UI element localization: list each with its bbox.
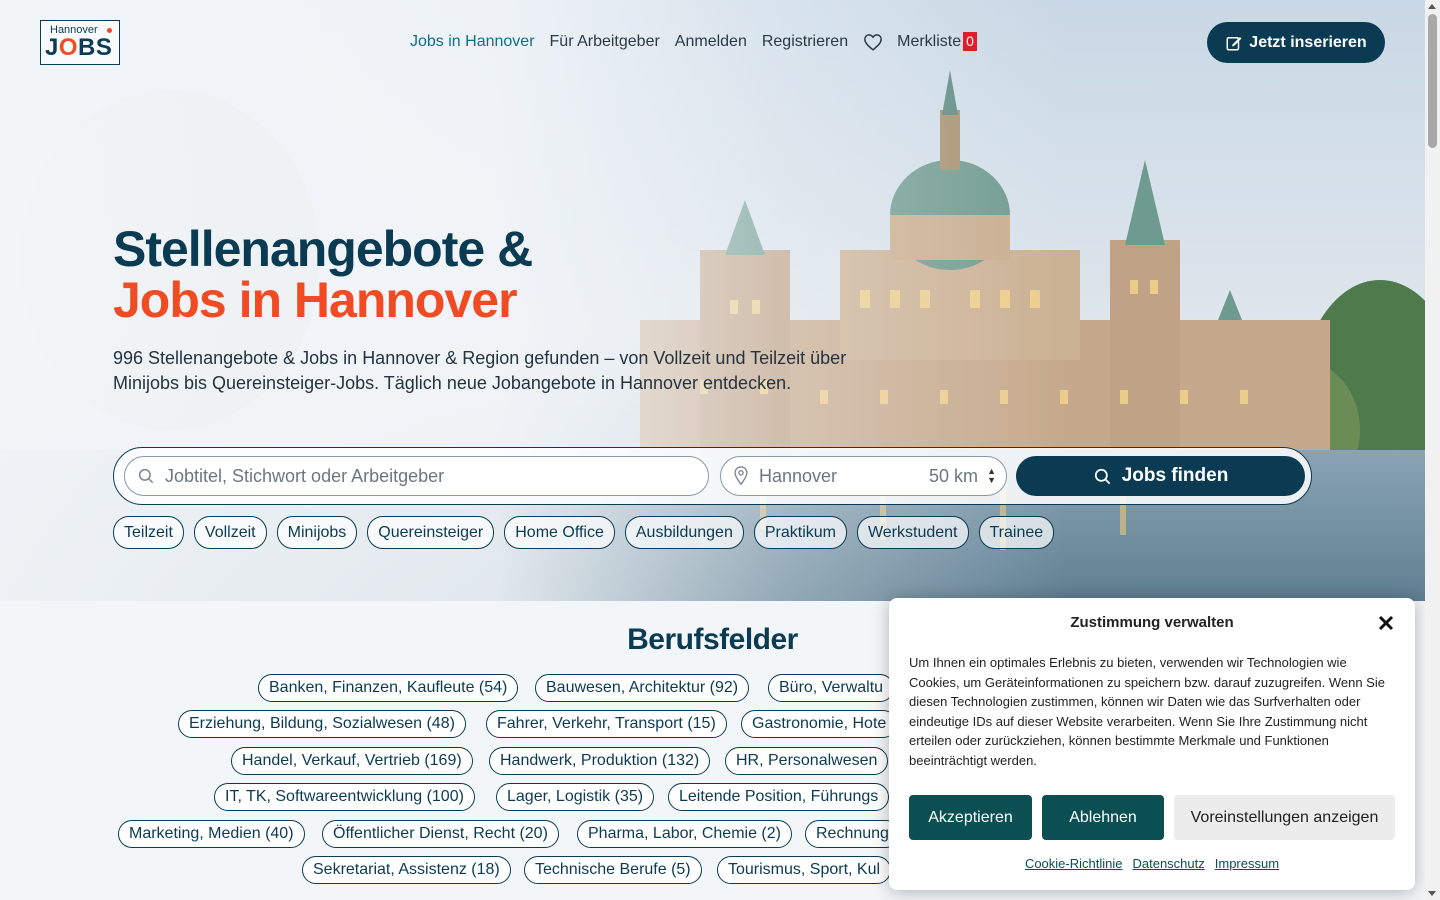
consent-links: Cookie-Richtlinie Datenschutz Impressum: [889, 856, 1415, 871]
merkliste-count-badge: 0: [963, 32, 977, 51]
post-job-label: Jetzt inserieren: [1249, 33, 1367, 51]
radius-stepper-icon[interactable]: ▲ ▼: [987, 467, 996, 485]
site-logo[interactable]: Hannover JOBS: [40, 20, 120, 65]
category-chip[interactable]: Erziehung, Bildung, Sozialwesen (48): [178, 710, 466, 738]
cookie-policy-link[interactable]: Cookie-Richtlinie: [1025, 856, 1123, 871]
category-chip[interactable]: Marketing, Medien (40): [118, 820, 305, 848]
category-chip[interactable]: Handwerk, Produktion (132): [489, 747, 711, 775]
category-chip[interactable]: Sekretariat, Assistenz (18): [302, 856, 511, 884]
imprint-link[interactable]: Impressum: [1215, 856, 1279, 871]
category-chip[interactable]: Banken, Finanzen, Kaufleute (54): [258, 674, 519, 702]
nav-jobs-in-hannover[interactable]: Jobs in Hannover: [410, 33, 535, 51]
category-chip[interactable]: Leitende Position, Führungs: [668, 783, 890, 811]
category-chip[interactable]: Pharma, Labor, Chemie (2): [577, 820, 792, 848]
page-title-line2: Jobs in Hannover: [113, 272, 518, 328]
category-chip[interactable]: Technische Berufe (5): [524, 856, 702, 884]
edit-icon: [1226, 36, 1242, 50]
category-chip[interactable]: Büro, Verwaltu: [768, 674, 895, 702]
nav-merkliste[interactable]: Merkliste 0: [897, 32, 977, 51]
keyword-search-placeholder: Jobtitel, Stichwort oder Arbeitgeber: [165, 465, 445, 486]
close-icon[interactable]: [1377, 614, 1395, 632]
keyword-search-input[interactable]: Jobtitel, Stichwort oder Arbeitgeber: [124, 456, 709, 496]
location-pin-icon: [734, 466, 748, 486]
category-chip[interactable]: IT, TK, Softwareentwicklung (100): [214, 783, 475, 811]
scroll-down-arrow-icon[interactable]: [1428, 891, 1436, 896]
location-placeholder: Hannover: [759, 465, 838, 486]
search-icon: [1094, 468, 1110, 484]
job-search-bar: Jobtitel, Stichwort oder Arbeitgeber Han…: [113, 447, 1312, 505]
merkliste-label: Merkliste: [897, 33, 962, 50]
filter-chip-ausbildungen[interactable]: Ausbildungen: [624, 516, 744, 549]
search-icon: [138, 468, 154, 484]
decline-button[interactable]: Ablehnen: [1042, 795, 1164, 840]
consent-text: Um Ihnen ein optimales Erlebnis zu biete…: [909, 655, 1385, 768]
category-chip[interactable]: Handel, Verkauf, Vertrieb (169): [231, 747, 473, 775]
scroll-up-arrow-icon[interactable]: [1428, 4, 1436, 9]
filter-chip-minijobs[interactable]: Minijobs: [276, 516, 358, 549]
cookie-consent-dialog: Zustimmung verwalten Um Ihnen ein optima…: [889, 598, 1415, 890]
filter-chip-praktikum[interactable]: Praktikum: [753, 516, 847, 549]
find-jobs-button[interactable]: Jobs finden: [1016, 456, 1305, 496]
accept-button[interactable]: Akzeptieren: [909, 795, 1032, 840]
page-title: Stellenangebote & Jobs in Hannover: [113, 221, 533, 328]
category-chip[interactable]: Tourismus, Sport, Kul: [717, 856, 892, 884]
category-chip[interactable]: Gastronomie, Hote: [741, 710, 898, 738]
main-navigation: Jobs in Hannover Für Arbeitgeber Anmelde…: [410, 32, 992, 51]
radius-value: 50 km: [928, 465, 978, 486]
view-preferences-button[interactable]: Voreinstellungen anzeigen: [1174, 795, 1395, 840]
scrollbar-thumb[interactable]: [1428, 14, 1437, 148]
logo-dot: [107, 28, 112, 33]
category-chip[interactable]: Bauwesen, Architektur (92): [535, 674, 750, 702]
page-title-line1: Stellenangebote &: [113, 221, 533, 277]
nav-fuer-arbeitgeber[interactable]: Für Arbeitgeber: [550, 33, 660, 51]
consent-title: Zustimmung verwalten: [1070, 614, 1234, 631]
job-type-filters: Teilzeit Vollzeit Minijobs Quereinsteige…: [113, 516, 1055, 549]
nav-anmelden[interactable]: Anmelden: [675, 33, 747, 51]
nav-registrieren[interactable]: Registrieren: [762, 33, 848, 51]
category-chip[interactable]: Rechnung: [805, 820, 900, 848]
page-scrollbar[interactable]: [1425, 0, 1440, 900]
filter-chip-trainee[interactable]: Trainee: [978, 516, 1055, 549]
location-input[interactable]: Hannover 50 km ▲ ▼: [720, 456, 1007, 496]
category-chip[interactable]: HR, Personalwesen: [725, 747, 889, 775]
heart-icon[interactable]: [863, 33, 883, 51]
intro-text: 996 Stellenangebote & Jobs in Hannover &…: [113, 348, 847, 393]
post-job-button[interactable]: Jetzt inserieren: [1207, 22, 1385, 63]
filter-chip-home-office[interactable]: Home Office: [504, 516, 615, 549]
category-chip[interactable]: Öffentlicher Dienst, Recht (20): [322, 820, 559, 848]
category-chip[interactable]: Lager, Logistik (35): [496, 783, 655, 811]
logo-jobs-text: JOBS: [45, 34, 113, 61]
privacy-link[interactable]: Datenschutz: [1132, 856, 1204, 871]
filter-chip-vollzeit[interactable]: Vollzeit: [193, 516, 267, 549]
filter-chip-teilzeit[interactable]: Teilzeit: [113, 516, 184, 549]
category-chip[interactable]: Fahrer, Verkehr, Transport (15): [486, 710, 727, 738]
filter-chip-quereinsteiger[interactable]: Quereinsteiger: [367, 516, 495, 549]
filter-chip-werkstudent[interactable]: Werkstudent: [856, 516, 969, 549]
find-jobs-label: Jobs finden: [1121, 465, 1229, 486]
